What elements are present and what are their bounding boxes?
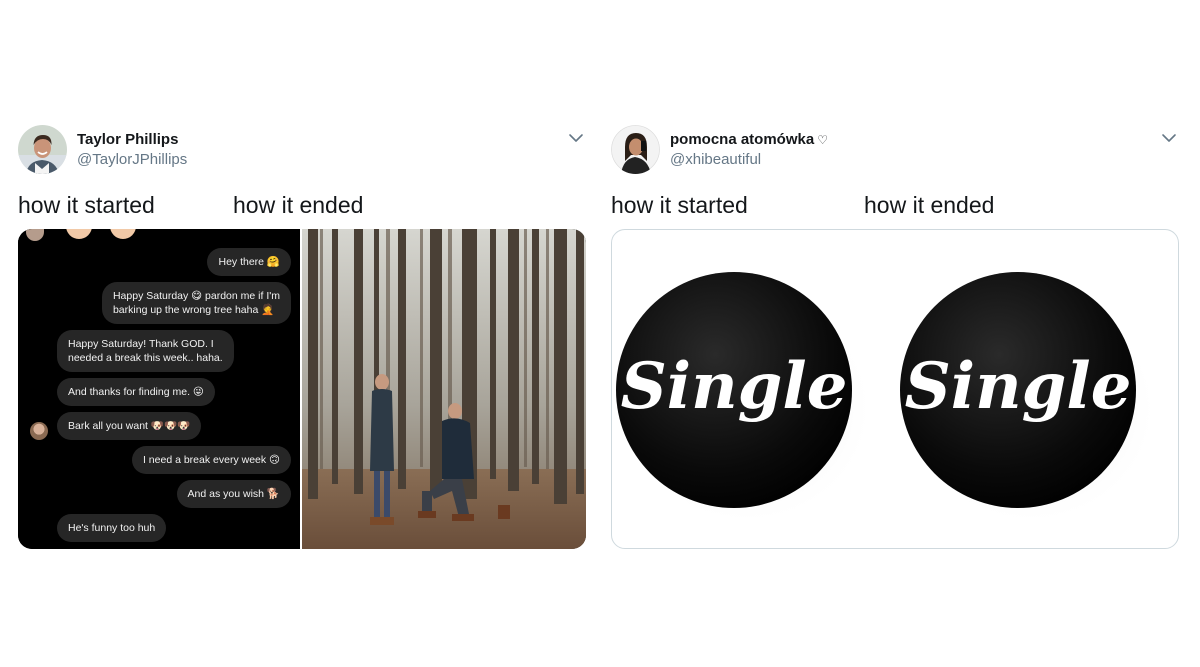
button-label: Single bbox=[621, 349, 848, 424]
single-button-graphic: Single bbox=[900, 272, 1159, 526]
avatar-photo bbox=[18, 125, 67, 174]
single-button-graphic: Single bbox=[616, 272, 875, 526]
avatar[interactable] bbox=[18, 125, 67, 174]
forest-proposal-image bbox=[302, 229, 586, 549]
chat-message: He's funny too huh bbox=[57, 514, 167, 542]
caption-how-it-started: how it started bbox=[611, 192, 748, 218]
chat-message: Happy Saturday! Thank GOD. I needed a br… bbox=[57, 330, 234, 372]
user-handle[interactable]: @xhibeautiful bbox=[670, 151, 761, 168]
proposal-photo[interactable] bbox=[302, 229, 586, 549]
user-handle[interactable]: @TaylorJPhillips bbox=[77, 151, 187, 168]
tweet-card[interactable]: Taylor Phillips @TaylorJPhillips how it … bbox=[18, 122, 586, 552]
chevron-down-icon[interactable] bbox=[568, 132, 584, 144]
tweet-media[interactable]: Single Single bbox=[611, 229, 1179, 549]
display-name-text: pomocna atomówka bbox=[670, 131, 815, 148]
caption-how-it-ended: how it ended bbox=[233, 192, 364, 218]
caption-how-it-started: how it started bbox=[18, 192, 155, 218]
tweet-header: pomocna atomówka ♡ @xhibeautiful bbox=[611, 122, 1179, 176]
chat-message: Bark all you want 🐶🐶🐶 bbox=[57, 412, 202, 440]
clipped-emoji-row bbox=[26, 229, 146, 241]
tweet-header: Taylor Phillips @TaylorJPhillips bbox=[18, 122, 586, 176]
button-label: Single bbox=[905, 349, 1132, 424]
chat-message: Hey there 🤗 bbox=[207, 248, 291, 276]
chat-message: And thanks for finding me. 😜 bbox=[57, 378, 215, 406]
tweet-media[interactable]: Hey there 🤗 Happy Saturday 😋 pardon me i… bbox=[18, 229, 586, 549]
chat-message: And as you wish 🐕 bbox=[176, 480, 291, 508]
chat-message: Happy Saturday 😋 pardon me if I'm barkin… bbox=[101, 282, 291, 324]
chevron-down-icon[interactable] bbox=[1161, 132, 1177, 144]
single-button-image[interactable]: Single bbox=[612, 230, 895, 548]
tweet-card[interactable]: pomocna atomówka ♡ @xhibeautiful how it s… bbox=[611, 122, 1179, 552]
avatar[interactable] bbox=[611, 125, 660, 174]
caption-how-it-ended: how it ended bbox=[864, 192, 995, 218]
sender-avatar bbox=[30, 422, 48, 440]
single-button-image[interactable]: Single bbox=[896, 230, 1178, 548]
display-name[interactable]: Taylor Phillips bbox=[77, 131, 178, 148]
chat-message: I need a break every week 🙃 bbox=[131, 446, 291, 474]
avatar-photo bbox=[611, 125, 660, 174]
heart-symbol: ♡ bbox=[817, 133, 828, 147]
display-name[interactable]: pomocna atomówka ♡ bbox=[670, 131, 828, 148]
chat-screenshot[interactable]: Hey there 🤗 Happy Saturday 😋 pardon me i… bbox=[18, 229, 300, 549]
